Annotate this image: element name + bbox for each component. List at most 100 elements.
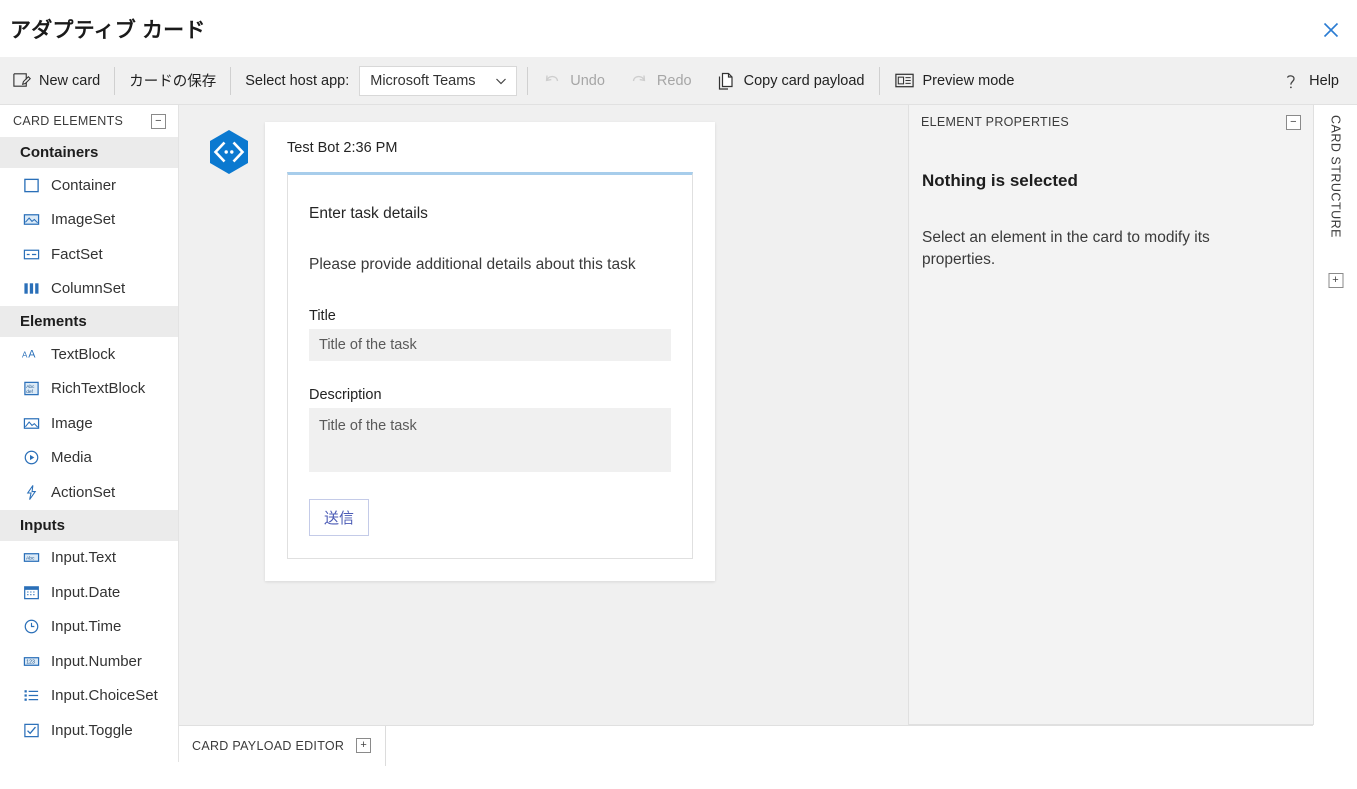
- sidebar-item-label: Input.ChoiceSet: [51, 687, 158, 705]
- adaptive-card-preview[interactable]: Enter task details Please provide additi…: [287, 172, 693, 559]
- sidebar-item-input-time[interactable]: Input.Time: [0, 610, 178, 645]
- input-text-icon: Abc: [22, 549, 40, 567]
- sidebar-item-media[interactable]: Media: [0, 441, 178, 476]
- description-field-label: Description: [309, 387, 382, 403]
- expand-card-payload-editor-button[interactable]: +: [356, 738, 372, 753]
- redo-label: Redo: [656, 72, 692, 89]
- sidebar-item-columnset[interactable]: ColumnSet: [0, 272, 178, 307]
- image-icon: [22, 414, 40, 432]
- toolbar-divider: [527, 66, 529, 95]
- card-payload-editor-tab[interactable]: CARD PAYLOAD EDITOR +: [179, 725, 387, 766]
- card-elements-panel: CARD ELEMENTS − Containers Container Ima…: [0, 105, 179, 762]
- nothing-selected-heading: Nothing is selected: [922, 171, 1078, 190]
- save-card-label: カードの保存: [129, 74, 217, 90]
- submit-button[interactable]: 送信: [309, 499, 370, 536]
- sidebar-item-input-text[interactable]: Abc Input.Text: [0, 541, 178, 576]
- textblock-icon: AA: [22, 345, 40, 363]
- media-icon: [22, 449, 40, 467]
- sidebar-item-label: Image: [51, 414, 93, 432]
- sidebar-item-factset[interactable]: FactSet: [0, 237, 178, 272]
- columnset-icon: [22, 280, 40, 298]
- preview-mode-icon: [894, 70, 915, 91]
- sidebar-section-elements: Elements: [0, 306, 178, 337]
- expand-card-structure-button[interactable]: +: [1328, 273, 1343, 288]
- svg-text:Abc: Abc: [26, 384, 35, 390]
- avatar: [204, 127, 254, 177]
- preview-mode-button[interactable]: Preview mode: [882, 58, 1027, 104]
- element-properties-panel: ELEMENT PROPERTIES − Nothing is selected…: [908, 105, 1313, 725]
- submit-spacer: [309, 477, 671, 495]
- redo-icon: [629, 71, 649, 91]
- sidebar-item-label: RichTextBlock: [51, 380, 146, 398]
- actionset-icon: [22, 483, 40, 501]
- sidebar-item-label: TextBlock: [51, 345, 116, 363]
- adaptive-card-designer-window: アダプティブ カード New card カードの保存 Select host a…: [0, 0, 1357, 789]
- svg-text:Abc: Abc: [26, 556, 35, 562]
- svg-text:A: A: [28, 349, 36, 361]
- sidebar-item-input-toggle[interactable]: Input.Toggle: [0, 713, 178, 748]
- sidebar-item-label: Input.Text: [51, 549, 117, 567]
- card-subheading: Please provide additional details about …: [309, 256, 636, 273]
- sidebar-item-input-choiceset[interactable]: Input.ChoiceSet: [0, 679, 178, 714]
- field-spacer: [309, 361, 671, 387]
- card-structure-rail[interactable]: CARD STRUCTURE +: [1313, 105, 1357, 725]
- bot-sender-line: Test Bot 2:36 PM: [287, 140, 398, 156]
- save-card-button[interactable]: カードの保存: [117, 58, 228, 104]
- sidebar-item-textblock[interactable]: AA TextBlock: [0, 337, 178, 372]
- undo-button[interactable]: Undo: [530, 58, 617, 104]
- toolbar-divider: [114, 66, 116, 95]
- collapse-element-properties-button[interactable]: −: [1286, 114, 1301, 130]
- svg-text:def: def: [26, 389, 33, 395]
- container-icon: [22, 176, 40, 194]
- close-icon: [1323, 22, 1339, 38]
- sidebar-item-input-number[interactable]: 123 Input.Number: [0, 644, 178, 679]
- toolbar-divider: [230, 66, 232, 95]
- host-app-dropdown[interactable]: Microsoft Teams: [359, 65, 518, 96]
- sidebar-item-input-date[interactable]: Input.Date: [0, 575, 178, 610]
- title-field-label: Title: [309, 308, 336, 324]
- sidebar-item-label: ImageSet: [51, 211, 116, 229]
- card-structure-label: CARD STRUCTURE: [1328, 115, 1343, 238]
- card-heading: Enter task details: [309, 205, 428, 222]
- input-time-icon: [22, 618, 40, 636]
- host-app-value: Microsoft Teams: [370, 72, 476, 89]
- card-elements-header: CARD ELEMENTS −: [0, 105, 178, 137]
- sidebar-item-label: Input.Date: [51, 583, 121, 601]
- help-question-icon: [1281, 71, 1301, 91]
- redo-button[interactable]: Redo: [617, 58, 704, 104]
- close-button[interactable]: [1313, 14, 1349, 46]
- description-input[interactable]: [309, 408, 671, 472]
- card-elements-title: CARD ELEMENTS: [13, 114, 124, 128]
- copy-card-payload-button[interactable]: Copy card payload: [704, 58, 877, 104]
- help-button[interactable]: Help: [1269, 58, 1357, 104]
- copy-icon: [716, 71, 736, 91]
- richtextblock-icon: Abc def: [22, 380, 40, 398]
- card-payload-editor-bar: CARD PAYLOAD EDITOR +: [179, 725, 1313, 766]
- sidebar-item-image[interactable]: Image: [0, 406, 178, 441]
- input-number-icon: 123: [22, 652, 40, 670]
- help-label: Help: [1309, 72, 1339, 89]
- sidebar-item-label: Input.Time: [51, 618, 122, 636]
- element-properties-title: ELEMENT PROPERTIES: [921, 115, 1070, 129]
- sidebar-item-actionset[interactable]: ActionSet: [0, 475, 178, 510]
- new-card-icon: [12, 71, 31, 90]
- bot-hexagon-code-icon: [210, 130, 248, 174]
- card-canvas: Test Bot 2:36 PM Enter task details Plea…: [179, 105, 908, 725]
- new-card-button[interactable]: New card: [0, 58, 112, 104]
- sidebar-item-richtextblock[interactable]: Abc def RichTextBlock: [0, 372, 178, 407]
- title-input[interactable]: [309, 329, 671, 361]
- collapse-card-elements-button[interactable]: −: [151, 113, 166, 129]
- undo-icon: [542, 71, 562, 91]
- input-date-icon: [22, 583, 40, 601]
- toolbar-divider: [878, 66, 880, 95]
- preview-mode-label: Preview mode: [922, 72, 1015, 89]
- main-toolbar: New card カードの保存 Select host app: Microso…: [0, 57, 1357, 105]
- sidebar-item-container[interactable]: Container: [0, 168, 178, 203]
- new-card-label: New card: [39, 72, 101, 89]
- sidebar-item-label: FactSet: [51, 245, 103, 263]
- input-toggle-icon: [22, 721, 40, 739]
- page-title: アダプティブ カード: [10, 19, 206, 42]
- sidebar-item-imageset[interactable]: ImageSet: [0, 203, 178, 238]
- input-choiceset-icon: [22, 687, 40, 705]
- imageset-icon: [22, 211, 40, 229]
